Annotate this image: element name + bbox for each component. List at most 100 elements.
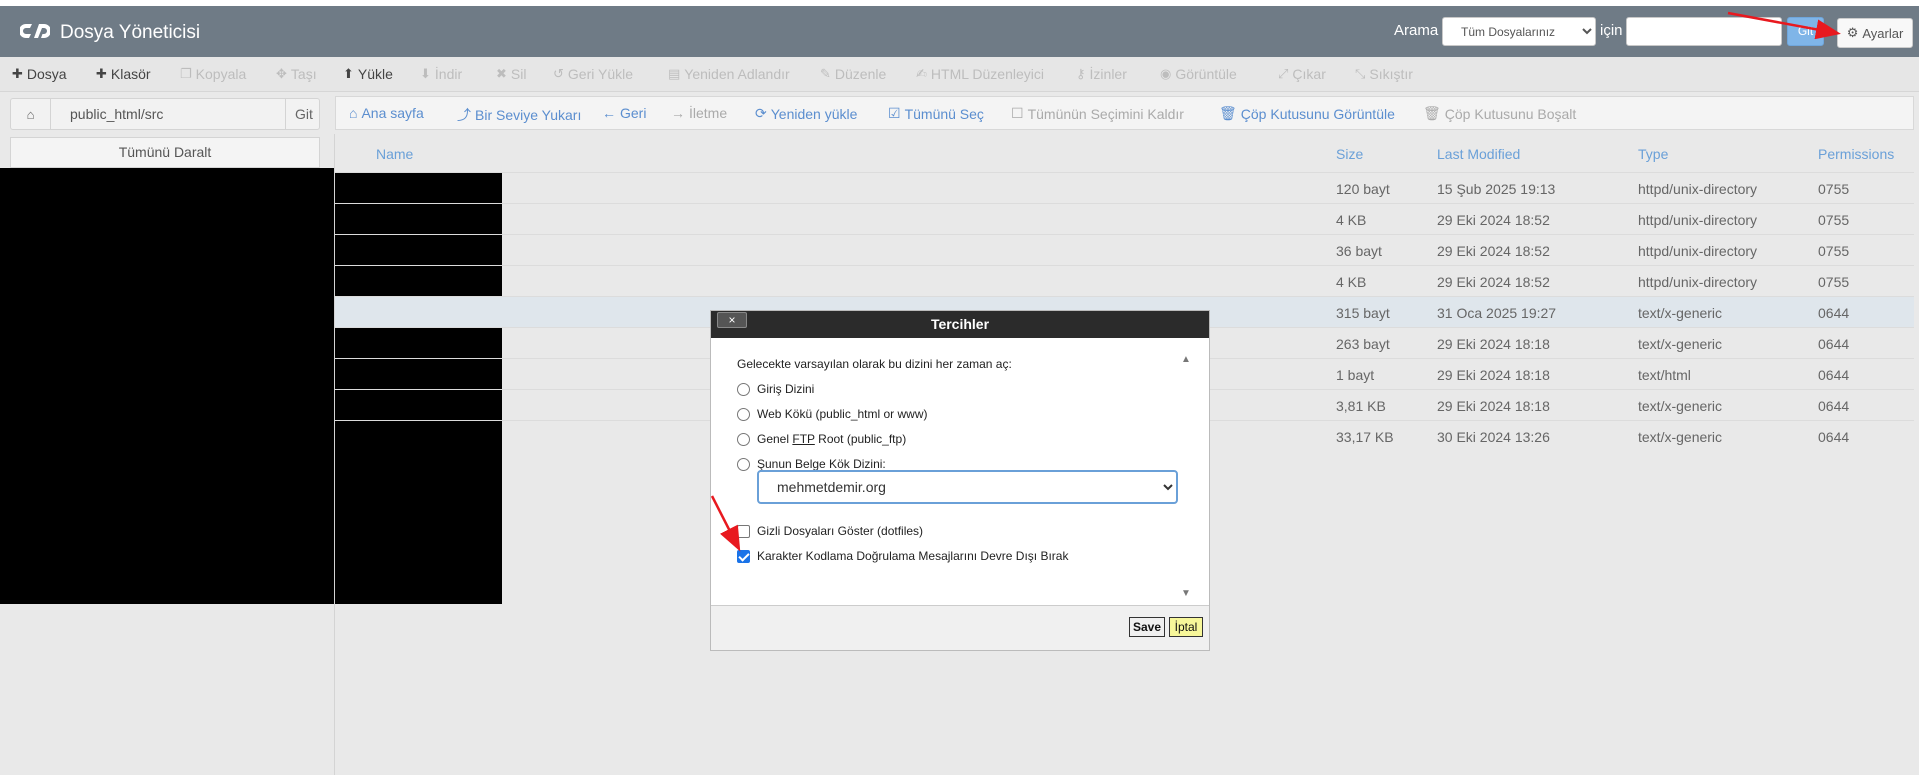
view-trash-button[interactable]: 🗑 Çöp Kutusunu Görüntüle <box>1219 105 1395 122</box>
column-header-type[interactable]: Type <box>1638 146 1668 162</box>
cell-modified: 29 Eki 2024 18:18 <box>1437 336 1550 352</box>
table-row[interactable]: 4 KB 29 Eki 2024 18:52 httpd/unix-director… <box>335 265 1914 296</box>
cell-type: text/x-generic <box>1638 398 1723 414</box>
cell-size: 4 KB <box>1336 212 1367 228</box>
disable-encoding-checkbox[interactable] <box>737 549 750 563</box>
column-header-modified[interactable]: Last Modified <box>1437 146 1520 162</box>
compress-icon: ⤡ <box>1355 66 1366 81</box>
cell-type: text/html <box>1638 367 1691 383</box>
download-button[interactable]: ⬇ İndir <box>420 66 462 82</box>
forward-button[interactable]: → İletme <box>671 105 727 121</box>
compress-button[interactable]: ⤡ Sıkıştır <box>1355 66 1413 82</box>
view-button[interactable]: ◉ Görüntüle <box>1160 66 1237 82</box>
select-all-button[interactable]: ☑ Tümünü Seç <box>888 105 984 122</box>
arrow-right-icon: → <box>671 105 685 121</box>
checked-box-icon: ☑ <box>888 105 901 121</box>
cell-type: httpd/unix-directory <box>1638 212 1758 228</box>
show-hidden-files-option[interactable]: Gizli Dosyaları Göster (dotfiles) <box>737 524 923 538</box>
radio-home-label: Giriş Dizini <box>757 382 815 396</box>
cell-permissions: 0644 <box>1818 367 1850 383</box>
show-hidden-checkbox[interactable] <box>737 524 750 538</box>
rename-button[interactable]: ▤ Yeniden Adlandır <box>668 66 790 82</box>
new-file-button[interactable]: ✚ Dosya <box>12 66 67 82</box>
reload-button[interactable]: ⟳ Yeniden yükle <box>755 105 857 122</box>
back-button[interactable]: ← Geri <box>602 105 646 121</box>
disable-encoding-option[interactable]: Karakter Kodlama Doğrulama Mesajlarını D… <box>737 549 1068 563</box>
cancel-button[interactable]: İptal <box>1169 617 1203 637</box>
search-scope-select[interactable]: Tüm Dosyalarınız <box>1442 17 1596 46</box>
unselect-all-button[interactable]: ☐ Tümünün Seçimini Kaldır <box>1011 105 1184 122</box>
permissions-button[interactable]: ⚷ İzinler <box>1076 66 1127 82</box>
key-icon: ⚷ <box>1076 66 1086 81</box>
radio-button[interactable] <box>737 432 750 446</box>
cell-size: 120 bayt <box>1336 181 1390 197</box>
delete-button[interactable]: ✖ Sil <box>496 66 526 82</box>
scroll-down-icon[interactable]: ▼ <box>1181 588 1191 599</box>
file-manager-app: Dosya Yöneticisi Arama Tüm Dosyalarınız … <box>0 6 1919 775</box>
cell-type: httpd/unix-directory <box>1638 274 1758 290</box>
radio-ftp-root[interactable]: Genel FTP Root (public_ftp) <box>737 432 906 446</box>
move-button[interactable]: ✥ Taşı <box>276 66 317 82</box>
dialog-close-button[interactable]: × <box>717 312 747 328</box>
path-go-button[interactable]: Git <box>287 99 321 129</box>
copy-icon: ❐ <box>180 66 192 81</box>
unselect-all-label: Tümünün Seçimini Kaldır <box>1027 105 1184 122</box>
empty-box-icon: ☐ <box>1011 105 1024 121</box>
cell-size: 315 bayt <box>1336 305 1390 321</box>
copy-label: Kopyala <box>195 66 247 82</box>
radio-button[interactable] <box>737 457 750 471</box>
column-header-permissions[interactable]: Permissions <box>1818 146 1894 162</box>
table-row[interactable]: 120 bayt 15 Şub 2025 19:13 httpd/unix-dire… <box>335 172 1914 203</box>
radio-document-root[interactable]: Şunun Belge Kök Dizini: <box>737 457 886 471</box>
cell-permissions: 0755 <box>1818 212 1850 228</box>
path-input[interactable] <box>52 99 286 129</box>
collapse-all-button[interactable]: Tümünü Daralt <box>10 137 320 168</box>
undo-icon: ↺ <box>553 66 564 81</box>
cell-permissions: 0755 <box>1818 181 1850 197</box>
new-folder-button[interactable]: ✚ Klasör <box>96 66 151 82</box>
cpanel-logo-icon <box>20 24 50 38</box>
edit-square-icon: ✍ <box>916 66 927 81</box>
extract-button[interactable]: ⤢ Çıkar <box>1278 66 1326 82</box>
column-header-size[interactable]: Size <box>1336 146 1363 162</box>
save-button[interactable]: Save <box>1129 617 1165 637</box>
search-input[interactable] <box>1626 17 1782 46</box>
copy-button[interactable]: ❐ Kopyala <box>180 66 246 82</box>
upload-button[interactable]: ⬆ Yükle <box>343 66 393 82</box>
cell-modified: 29 Eki 2024 18:18 <box>1437 367 1550 383</box>
restore-button[interactable]: ↺ Geri Yükle <box>553 66 633 82</box>
move-icon: ✥ <box>276 66 287 81</box>
show-hidden-label: Gizli Dosyaları Göster (dotfiles) <box>757 524 924 538</box>
cell-type: httpd/unix-directory <box>1638 243 1758 259</box>
restore-label: Geri Yükle <box>567 66 634 82</box>
radio-button[interactable] <box>737 407 750 421</box>
up-one-level-button[interactable]: ⤴ Bir Seviye Yukarı <box>457 105 581 125</box>
table-row[interactable]: 4 KB 29 Eki 2024 18:52 httpd/unix-director… <box>335 203 1914 234</box>
upload-icon: ⬆ <box>343 66 354 81</box>
radio-home-directory[interactable]: Giriş Dizini <box>737 382 814 396</box>
settings-button[interactable]: ⚙ Ayarlar <box>1837 18 1913 48</box>
home-path-button[interactable]: ⌂ <box>11 99 51 129</box>
html-editor-button[interactable]: ✍ HTML Düzenleyici <box>916 66 1044 82</box>
search-go-button[interactable]: Git <box>1787 17 1824 46</box>
home-icon: ⌂ <box>26 106 35 122</box>
dialog-intro-text: Gelecekte varsayılan olarak bu dizini he… <box>737 357 1012 371</box>
dialog-title: Tercihler <box>930 316 990 332</box>
table-header: Name Size Last Modified Type Permissions <box>335 136 1914 172</box>
pencil-icon: ✎ <box>820 66 831 81</box>
dialog-titlebar: Tercihler × <box>711 311 1209 338</box>
cell-permissions: 0755 <box>1818 243 1850 259</box>
radio-web-root[interactable]: Web Kökü (public_html or www) <box>737 407 928 421</box>
radio-button[interactable] <box>737 382 750 396</box>
table-row[interactable]: 36 bayt 29 Eki 2024 18:52 httpd/unix-direc… <box>335 234 1914 265</box>
home-nav-button[interactable]: ⌂ Ana sayfa <box>349 105 424 121</box>
scroll-up-icon[interactable]: ▲ <box>1181 354 1191 365</box>
cell-size: 33,17 KB <box>1336 429 1394 445</box>
edit-button[interactable]: ✎ Düzenle <box>820 66 886 82</box>
empty-trash-button[interactable]: 🗑 Çöp Kutusunu Boşalt <box>1423 105 1576 122</box>
column-header-name[interactable]: Name <box>376 146 413 162</box>
ftp-label-suffix: Root (public_ftp) <box>814 432 907 446</box>
cell-permissions: 0644 <box>1818 336 1850 352</box>
domain-select[interactable]: mehmetdemir.org <box>757 470 1178 504</box>
cell-type: text/x-generic <box>1638 429 1723 445</box>
